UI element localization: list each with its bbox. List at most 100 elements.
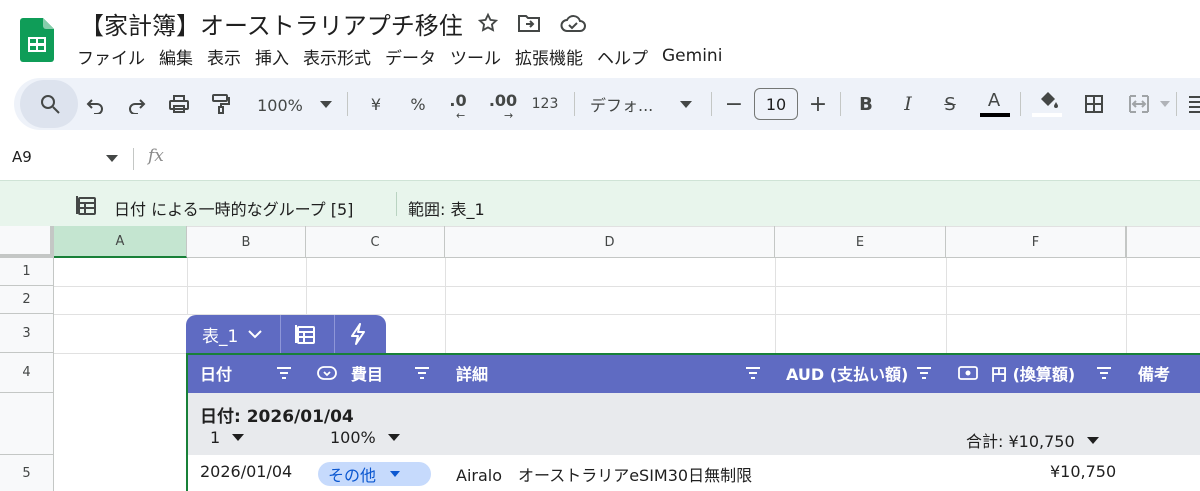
align-icon[interactable] [1186,78,1200,130]
italic-button[interactable]: I [896,78,920,130]
menu-tools[interactable]: ツール [443,44,508,69]
spreadsheet-app: 【家計簿】オーストラリアプチ移住 ファイル 編集 表示 挿入 表示形式 データ … [0,0,1200,491]
cell-detail[interactable]: Airalo オーストラリアeSIM30日無制限 [456,462,752,486]
group-count-value: 1 [210,428,221,447]
sum-dropdown-icon [1086,436,1099,444]
percent-dropdown-icon [387,434,400,441]
menu-help[interactable]: ヘルプ [590,44,655,69]
bold-button[interactable]: B [854,78,878,130]
cell-yen[interactable]: ¥10,750 [1050,462,1116,481]
menu-data[interactable]: データ [378,44,443,69]
cloud-saved-icon[interactable] [560,10,586,36]
column-header-d[interactable]: D [445,226,775,258]
decrease-font-size-button[interactable]: − [722,78,746,130]
redo-icon[interactable] [122,80,152,132]
header-yen[interactable]: 円 (換算額) [991,353,1075,393]
menu-bar: ファイル 編集 表示 挿入 表示形式 データ ツール 拡張機能 ヘルプ Gemi… [70,42,729,70]
column-header-a[interactable]: A [54,226,187,258]
filter-date-icon[interactable] [276,366,292,380]
group-sum-value: 合計: ¥10,750 [966,432,1075,451]
menu-edit[interactable]: 編集 [152,44,200,69]
lightning-icon[interactable] [350,315,366,353]
document-title[interactable]: 【家計簿】オーストラリアプチ移住 [80,6,463,41]
row-header-group [0,393,54,455]
category-chip-label: その他 [328,466,377,485]
menu-gemini[interactable]: Gemini [655,46,729,66]
row-header-5[interactable]: 5 [0,455,54,491]
row-header-1[interactable]: 1 [0,258,54,286]
group-sum-select[interactable]: 合計: ¥10,750 [966,428,1099,452]
borders-icon[interactable] [1080,78,1108,130]
font-select[interactable]: デフォ... [590,78,660,130]
group-banner-text: 日付 による一時的なグループ [5] [114,200,354,219]
group-percent-value: 100% [330,428,376,447]
column-header-f[interactable]: F [946,226,1126,258]
category-chip[interactable]: その他 [318,462,431,486]
move-folder-icon[interactable] [516,10,542,36]
table-menu-chevron-icon[interactable] [248,315,262,353]
increase-font-size-button[interactable]: + [806,78,830,130]
column-header-c[interactable]: C [306,226,445,258]
percent-format-button[interactable]: % [404,78,432,130]
group-banner-range: 範囲: 表_1 [408,200,485,219]
font-size-input[interactable]: 10 [754,88,798,120]
arrow-left-icon: ← [456,109,466,122]
search-icon[interactable] [34,78,66,130]
text-color-button[interactable]: A [980,74,1008,126]
dropdown-chip-icon [317,366,337,380]
count-dropdown-icon [232,434,245,441]
column-header-b[interactable]: B [187,226,306,258]
chip-dropdown-icon [390,471,401,477]
column-header-e[interactable]: E [775,226,946,258]
filter-category-icon[interactable] [414,366,430,380]
merge-dropdown-icon[interactable] [1160,101,1170,107]
filter-detail-icon[interactable] [745,366,761,380]
merge-cells-icon[interactable] [1124,78,1154,130]
undo-icon[interactable] [80,80,110,132]
header-category[interactable]: 費目 [351,353,383,393]
menu-extensions[interactable]: 拡張機能 [508,44,590,69]
print-icon[interactable] [164,78,194,130]
fill-color-icon[interactable] [1034,74,1062,126]
more-formats-button[interactable]: 123 [528,78,562,130]
paint-format-icon[interactable] [206,78,236,130]
table-name-label[interactable]: 表_1 [202,315,238,353]
table-group-view-icon[interactable] [295,315,317,353]
group-count-select[interactable]: 1 [210,428,245,447]
row-header-2[interactable]: 2 [0,286,54,314]
header-aud[interactable]: AUD (支払い額) [786,353,908,393]
arrow-right-icon: → [504,109,514,122]
menu-view[interactable]: 表示 [200,44,248,69]
formula-separator [133,148,134,170]
name-box-dropdown-icon[interactable] [106,155,118,162]
zoom-dropdown-icon[interactable] [320,101,332,108]
table-group-icon [76,196,96,215]
sheets-logo-icon[interactable] [20,18,54,62]
group-percent-select[interactable]: 100% [330,428,400,447]
menu-format[interactable]: 表示形式 [296,44,378,69]
currency-note-icon [958,366,978,380]
text-color-swatch [980,113,1010,117]
row-header-4[interactable]: 4 [0,353,54,393]
currency-format-button[interactable]: ¥ [364,78,388,130]
name-box[interactable]: A9 [12,148,32,166]
menu-insert[interactable]: 挿入 [248,44,296,69]
cell-date[interactable]: 2026/01/04 [200,462,292,481]
font-name: デフォ... [590,96,654,115]
header-detail[interactable]: 詳細 [456,353,488,393]
header-date[interactable]: 日付 [200,353,232,393]
filter-yen-icon[interactable] [1096,366,1112,380]
select-all-corner[interactable] [0,226,54,258]
row-header-3[interactable]: 3 [0,314,54,353]
zoom-select[interactable]: 100% [250,79,310,131]
fx-icon: fx [148,146,164,166]
increase-decimal-button[interactable]: .00 [486,74,520,126]
menu-file[interactable]: ファイル [70,44,152,69]
strikethrough-button[interactable]: S [938,78,962,130]
star-icon[interactable] [475,10,501,36]
header-notes[interactable]: 備考 [1138,353,1170,393]
filter-aud-icon[interactable] [916,366,932,380]
banner-separator [396,192,397,216]
fill-color-swatch [1032,113,1062,117]
font-dropdown-icon[interactable] [680,101,692,108]
